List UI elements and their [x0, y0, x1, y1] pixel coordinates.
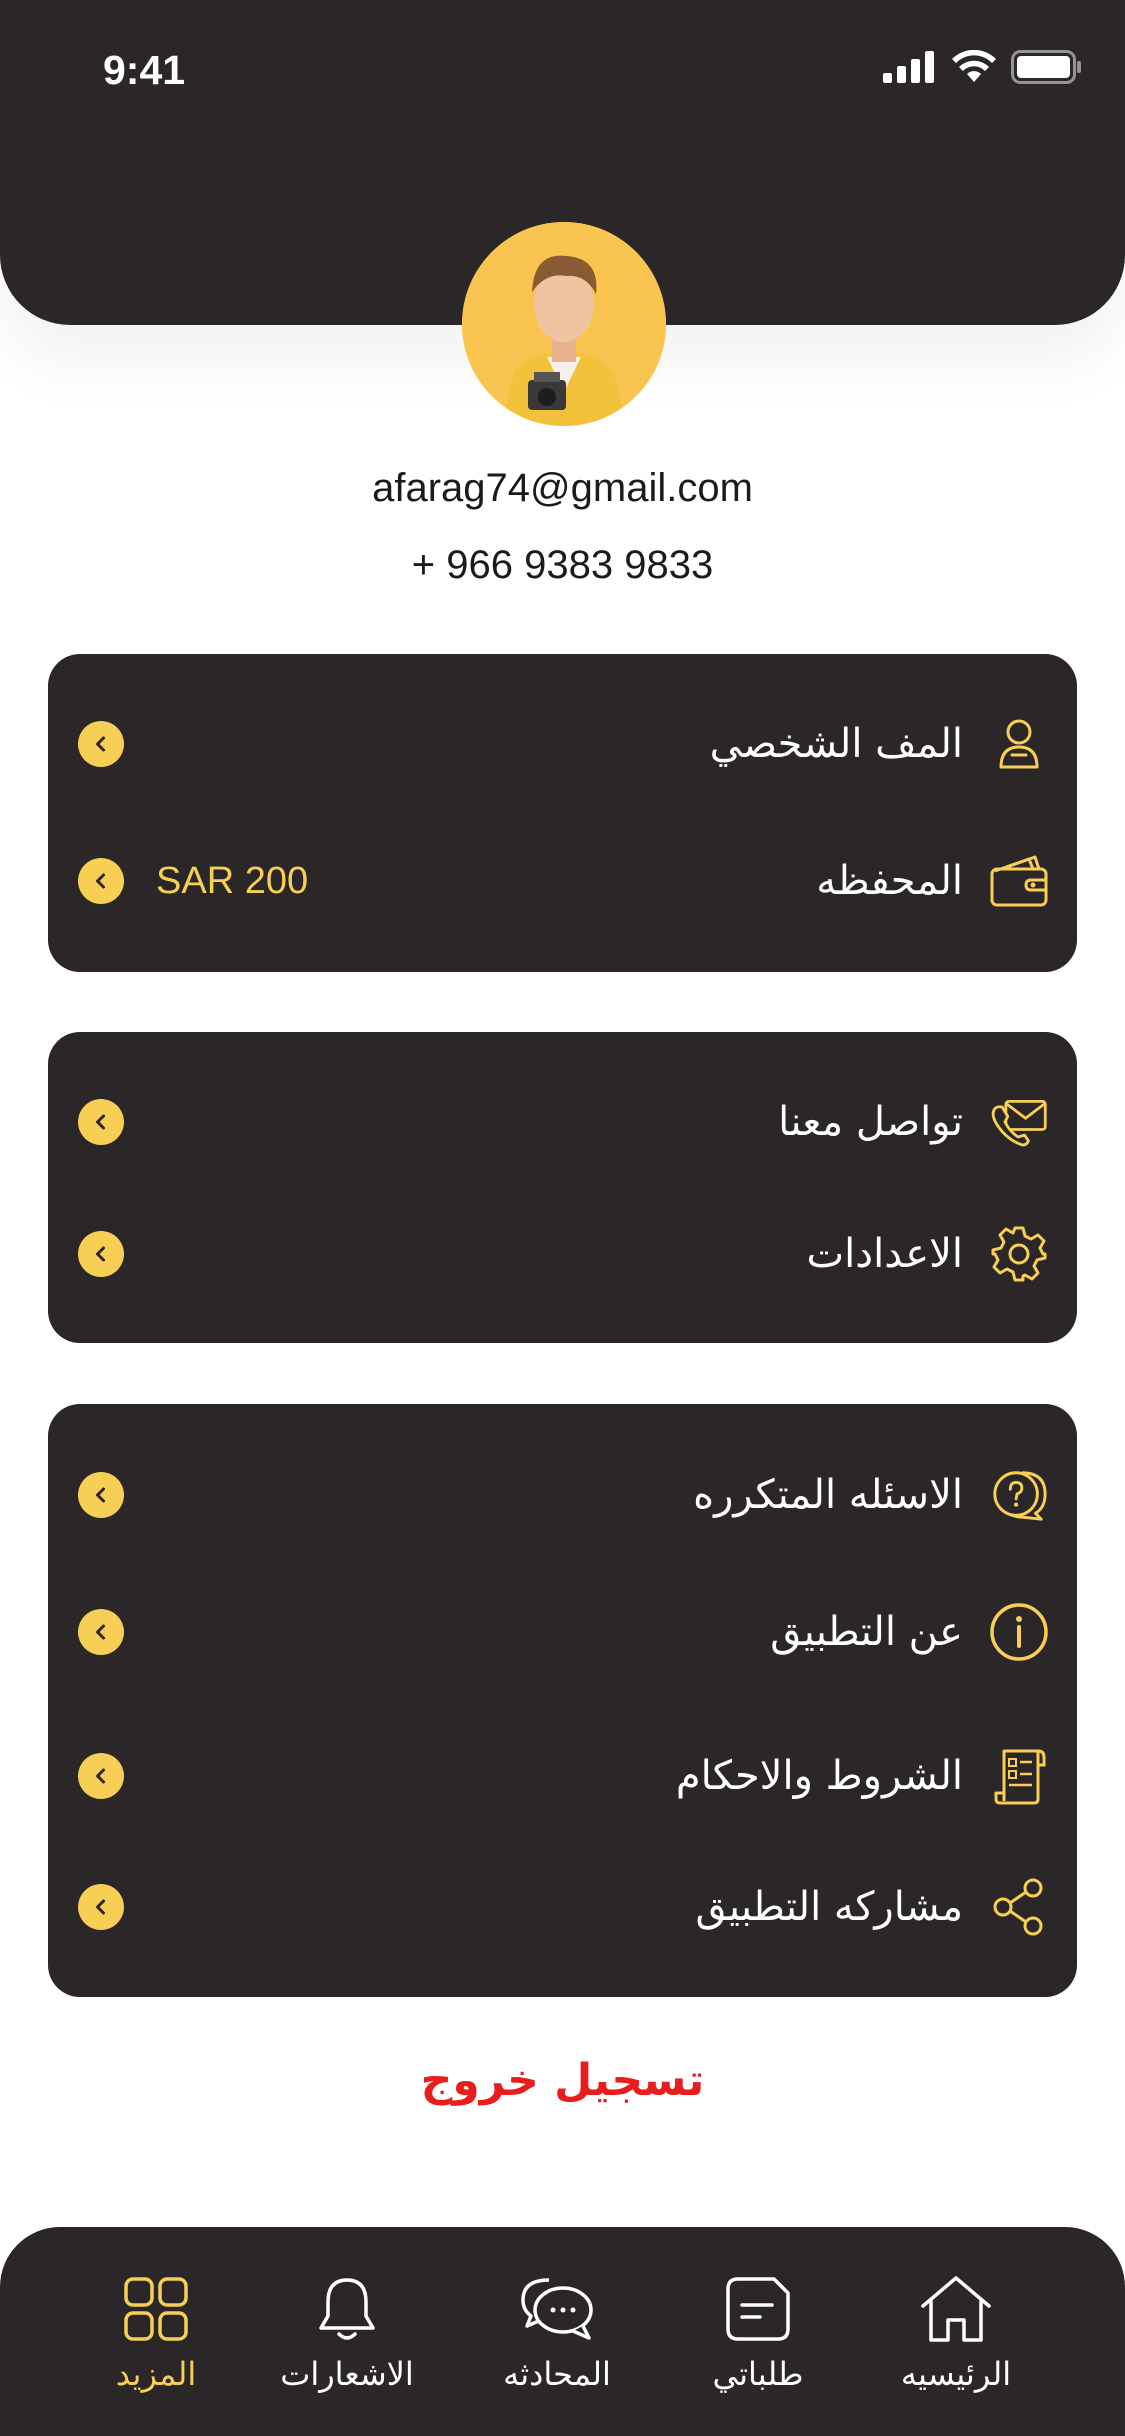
tab-label: المحادثه — [503, 2355, 611, 2393]
tab-orders[interactable]: طلباتي — [668, 2269, 848, 2409]
avatar-image — [462, 222, 666, 426]
menu-item-label: الاسئله المتكرره — [693, 1472, 963, 1518]
info-icon — [989, 1602, 1049, 1662]
chevron-left-icon — [78, 721, 124, 767]
chat-icon — [517, 2269, 597, 2349]
menu-item-share[interactable]: مشاركه التطبيق — [48, 1862, 1077, 1952]
menu-item-label: تواصل معنا — [778, 1099, 963, 1145]
menu-item-label: المحفظه — [816, 858, 963, 904]
menu-item-terms[interactable]: الشروط والاحكام — [48, 1731, 1077, 1821]
menu-item-label: مشاركه التطبيق — [695, 1884, 964, 1930]
chevron-left-icon — [78, 1472, 124, 1518]
tab-chat[interactable]: المحادثه — [467, 2269, 647, 2409]
contact-icon — [989, 1092, 1049, 1152]
user-phone: + 966 9383 9833 — [411, 543, 714, 587]
menu-item-label: الشروط والاحكام — [675, 1753, 963, 1799]
grid-icon — [116, 2269, 196, 2349]
terms-icon — [989, 1746, 1049, 1806]
tab-home[interactable]: الرئيسيه — [866, 2269, 1046, 2409]
tab-label: الاشعارات — [280, 2355, 414, 2393]
info-card: الاسئله المتكرره عن التطبيق الشروط والاح… — [48, 1404, 1077, 1997]
bottom-tab-bar: الرئيسيه طلباتي المحادثه الاشعارات المزي… — [0, 2227, 1125, 2436]
logout-button[interactable]: تسجيل خروج — [0, 2055, 1125, 2106]
chevron-left-icon — [78, 858, 124, 904]
wifi-icon — [952, 50, 996, 82]
menu-item-label: المف الشخصي — [709, 721, 963, 767]
faq-icon — [989, 1465, 1049, 1525]
battery-icon — [1011, 50, 1081, 84]
share-icon — [989, 1877, 1049, 1937]
signal-icon — [883, 51, 934, 83]
menu-item-about[interactable]: عن التطبيق — [48, 1587, 1077, 1677]
menu-item-settings[interactable]: الاعدادات — [48, 1209, 1077, 1299]
menu-item-label: الاعدادات — [806, 1231, 963, 1277]
tab-label: المزيد — [115, 2355, 197, 2393]
tab-label: طلباتي — [712, 2355, 804, 2393]
avatar[interactable] — [462, 222, 666, 426]
chevron-left-icon — [78, 1753, 124, 1799]
chevron-left-icon — [78, 1231, 124, 1277]
support-card: تواصل معنا الاعدادات — [48, 1032, 1077, 1343]
menu-item-profile[interactable]: المف الشخصي — [48, 699, 1077, 789]
tab-label: الرئيسيه — [900, 2355, 1012, 2393]
menu-item-faq[interactable]: الاسئله المتكرره — [48, 1450, 1077, 1540]
account-card: المف الشخصي SAR 200 المحفظه — [48, 654, 1077, 972]
menu-item-label: عن التطبيق — [770, 1609, 963, 1655]
wallet-balance: SAR 200 — [156, 860, 309, 902]
home-icon — [916, 2269, 996, 2349]
gear-icon — [989, 1224, 1049, 1284]
menu-item-wallet[interactable]: SAR 200 المحفظه — [48, 836, 1077, 926]
orders-icon — [718, 2269, 798, 2349]
tab-more[interactable]: المزيد — [66, 2269, 246, 2409]
status-time: 9:41 — [103, 47, 186, 93]
menu-item-contact[interactable]: تواصل معنا — [48, 1077, 1077, 1167]
chevron-left-icon — [78, 1099, 124, 1145]
tab-notifications[interactable]: الاشعارات — [257, 2269, 437, 2409]
bell-icon — [307, 2269, 387, 2349]
chevron-left-icon — [78, 1884, 124, 1930]
status-icons — [883, 50, 1083, 84]
user-email: afarag74@gmail.com — [372, 466, 753, 510]
user-icon — [989, 714, 1049, 774]
chevron-left-icon — [78, 1609, 124, 1655]
wallet-icon — [989, 851, 1049, 911]
